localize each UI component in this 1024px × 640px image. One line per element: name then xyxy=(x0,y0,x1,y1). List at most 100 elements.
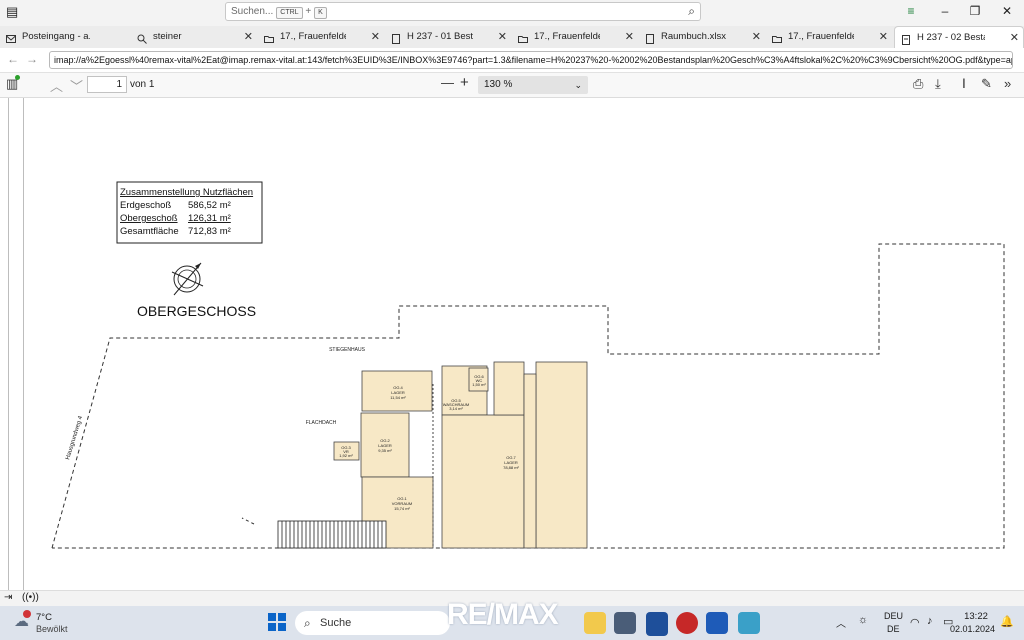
taskbar-search[interactable]: ⌕ Suche xyxy=(295,611,450,635)
folder-icon xyxy=(772,31,782,43)
shortcut-key-ctrl: CTRL xyxy=(276,7,303,19)
url-field[interactable]: imap://a%2Egoessl%40remax-vital%2Eat@ima… xyxy=(49,51,1013,69)
taskbar: ☁ 7°C Bewölkt ⌕ Suche RE/MAX ︿ ☼ DEU DE ◠… xyxy=(0,598,1024,640)
tab-label: 17., Frauenfelderstr.5 xyxy=(788,31,854,42)
tab-frauenfelderstr-2[interactable]: 17., Frauenfelderstr.5 ✕ xyxy=(512,26,638,48)
zoom-select[interactable]: 130 % ⌄ xyxy=(478,76,588,94)
close-tab-icon[interactable]: ✕ xyxy=(625,26,634,48)
close-tab-icon[interactable]: ✕ xyxy=(752,26,761,48)
weather-alert-badge xyxy=(23,610,31,618)
tab-label: 17., Frauenfelderstr.5 xyxy=(534,31,600,42)
notification-bell-icon[interactable]: 🔔 xyxy=(1000,615,1014,628)
scroll-track[interactable] xyxy=(8,98,9,590)
row-value: 126,31 m² xyxy=(188,213,231,224)
chevron-down-icon[interactable]: ﹀ xyxy=(70,76,83,95)
shortcut-plus: + xyxy=(305,6,312,17)
page-number-input[interactable]: 1 xyxy=(87,76,127,93)
stairs xyxy=(277,520,387,549)
address-bar-row: ← → imap://a%2Egoessl%40remax-vital%2Eat… xyxy=(0,48,1024,73)
zoom-out-button[interactable]: — xyxy=(441,75,454,90)
app-red-icon[interactable] xyxy=(676,612,698,634)
mail-icon xyxy=(6,31,16,43)
close-tab-icon[interactable]: ✕ xyxy=(244,26,253,48)
shortcut-key-k: K xyxy=(314,7,327,19)
close-tab-icon[interactable]: ✕ xyxy=(371,26,380,48)
tab-frauenfelderstr-3[interactable]: 17., Frauenfelderstr.5 ✕ xyxy=(766,26,892,48)
weather-temp: 7°C xyxy=(36,612,52,623)
row-label: Erdgeschoß xyxy=(120,200,171,211)
street-label: Hausgrundweg 4 xyxy=(65,415,84,461)
chevron-up-icon[interactable]: ︿ xyxy=(836,615,846,630)
row-label: Gesamtfläche xyxy=(120,226,179,237)
wifi-icon[interactable]: ◠ xyxy=(910,616,920,629)
more-icon[interactable]: » xyxy=(1004,76,1011,91)
store-icon[interactable] xyxy=(614,612,636,634)
search-placeholder: Suchen... CTRL + K xyxy=(231,6,327,19)
text-cursor-icon[interactable]: Ⅰ xyxy=(962,76,966,92)
tab-label: H 237 - 01 Bestandsplan xyxy=(407,31,473,42)
minimize-icon[interactable]: – xyxy=(932,2,958,21)
sidebar-collapse-icon[interactable]: ⇥ xyxy=(4,592,12,603)
back-icon[interactable]: ← xyxy=(7,52,19,66)
print-icon[interactable]: ⎙ xyxy=(913,76,923,92)
search-icon[interactable]: ⌕ xyxy=(688,4,695,19)
zoom-in-button[interactable]: + xyxy=(460,74,469,91)
thunderbird-icon[interactable] xyxy=(646,612,668,636)
document-icon xyxy=(391,31,401,44)
room-area: 11,54 m² xyxy=(390,395,406,400)
chevron-down-icon: ⌄ xyxy=(574,80,582,90)
row-label: Obergeschoß xyxy=(120,213,178,224)
weather-desc: Bewölkt xyxy=(36,624,68,634)
word-icon[interactable] xyxy=(706,612,728,634)
room-area: 1,92 m² xyxy=(339,453,353,458)
tab-label: Raumbuch.xlsx - Nutz xyxy=(661,31,727,42)
notification-dot xyxy=(15,75,20,80)
volume-icon[interactable]: ♪ xyxy=(927,615,933,627)
tab-bestandsplan-02[interactable]: H 237 - 02 Bestandspl ✕ xyxy=(894,26,1024,48)
file-explorer-icon[interactable] xyxy=(584,612,606,634)
taskbar-search-label: Suche xyxy=(320,617,352,629)
draw-icon[interactable]: ✎ xyxy=(981,76,992,92)
room-area: 15,74 m² xyxy=(394,506,410,511)
restore-icon[interactable]: ❐ xyxy=(962,2,988,21)
row-value: 586,52 m² xyxy=(188,200,231,211)
forward-icon[interactable]: → xyxy=(26,52,38,66)
tab-raumbuch[interactable]: Raumbuch.xlsx - Nutz ✕ xyxy=(639,26,765,48)
document-icon xyxy=(645,31,655,44)
close-tab-icon[interactable]: ✕ xyxy=(1010,27,1019,48)
clock-date[interactable]: 02.01.2024 xyxy=(950,624,995,634)
folder-icon xyxy=(518,31,528,43)
chevron-up-icon[interactable]: ︿ xyxy=(50,76,63,95)
room-area: 3,14 m² xyxy=(449,406,463,411)
tab-label: 17., Frauenfelderstr.5 xyxy=(280,31,346,42)
north-arrow-icon xyxy=(171,262,204,296)
tab-label: Posteingang - a.goessl@r xyxy=(22,31,90,42)
tab-posteingang[interactable]: Posteingang - a.goessl@r xyxy=(0,26,128,48)
search-box[interactable]: Suchen... CTRL + K ⌕ xyxy=(225,2,701,21)
close-window-icon[interactable]: ✕ xyxy=(994,2,1020,21)
tab-frauenfelderstr-1[interactable]: 17., Frauenfelderstr.5 ✕ xyxy=(258,26,384,48)
tray-icon[interactable]: ☼ xyxy=(858,614,868,626)
close-tab-icon[interactable]: ✕ xyxy=(879,26,888,48)
tab-label: H 237 - 02 Bestandspl xyxy=(917,32,985,43)
folder-icon xyxy=(264,31,274,43)
tab-label: steiner xyxy=(153,31,182,42)
app-blue-icon[interactable] xyxy=(738,612,760,634)
room-area: 1,50 m² xyxy=(472,382,486,387)
tab-bar: Posteingang - a.goessl@r steiner ✕ 17., F… xyxy=(0,26,1024,48)
lang-2[interactable]: DE xyxy=(887,624,900,634)
room-area: 78,88 m² xyxy=(503,465,519,470)
tab-bestandsplan-01[interactable]: H 237 - 01 Bestandsplan ✕ xyxy=(385,26,511,48)
stiegenhaus-label: STIEGENHAUS xyxy=(329,347,366,353)
close-tab-icon[interactable]: ✕ xyxy=(498,26,507,48)
tab-steiner[interactable]: steiner ✕ xyxy=(131,26,257,48)
updates-icon[interactable]: ≡ xyxy=(898,2,924,21)
lang-1[interactable]: DEU xyxy=(884,611,903,621)
floor-plan: Zusammenstellung Nutzflächen Erdgeschoß … xyxy=(51,181,1005,549)
sidebar-toggle-icon[interactable]: ▤ xyxy=(6,4,18,20)
save-icon[interactable]: ⤓ xyxy=(935,76,941,92)
windows-start-icon[interactable] xyxy=(268,613,286,631)
zoom-value: 130 % xyxy=(484,79,513,90)
summary-title: Zusammenstellung Nutzflächen xyxy=(120,187,253,198)
clock-time[interactable]: 13:22 xyxy=(958,611,994,622)
